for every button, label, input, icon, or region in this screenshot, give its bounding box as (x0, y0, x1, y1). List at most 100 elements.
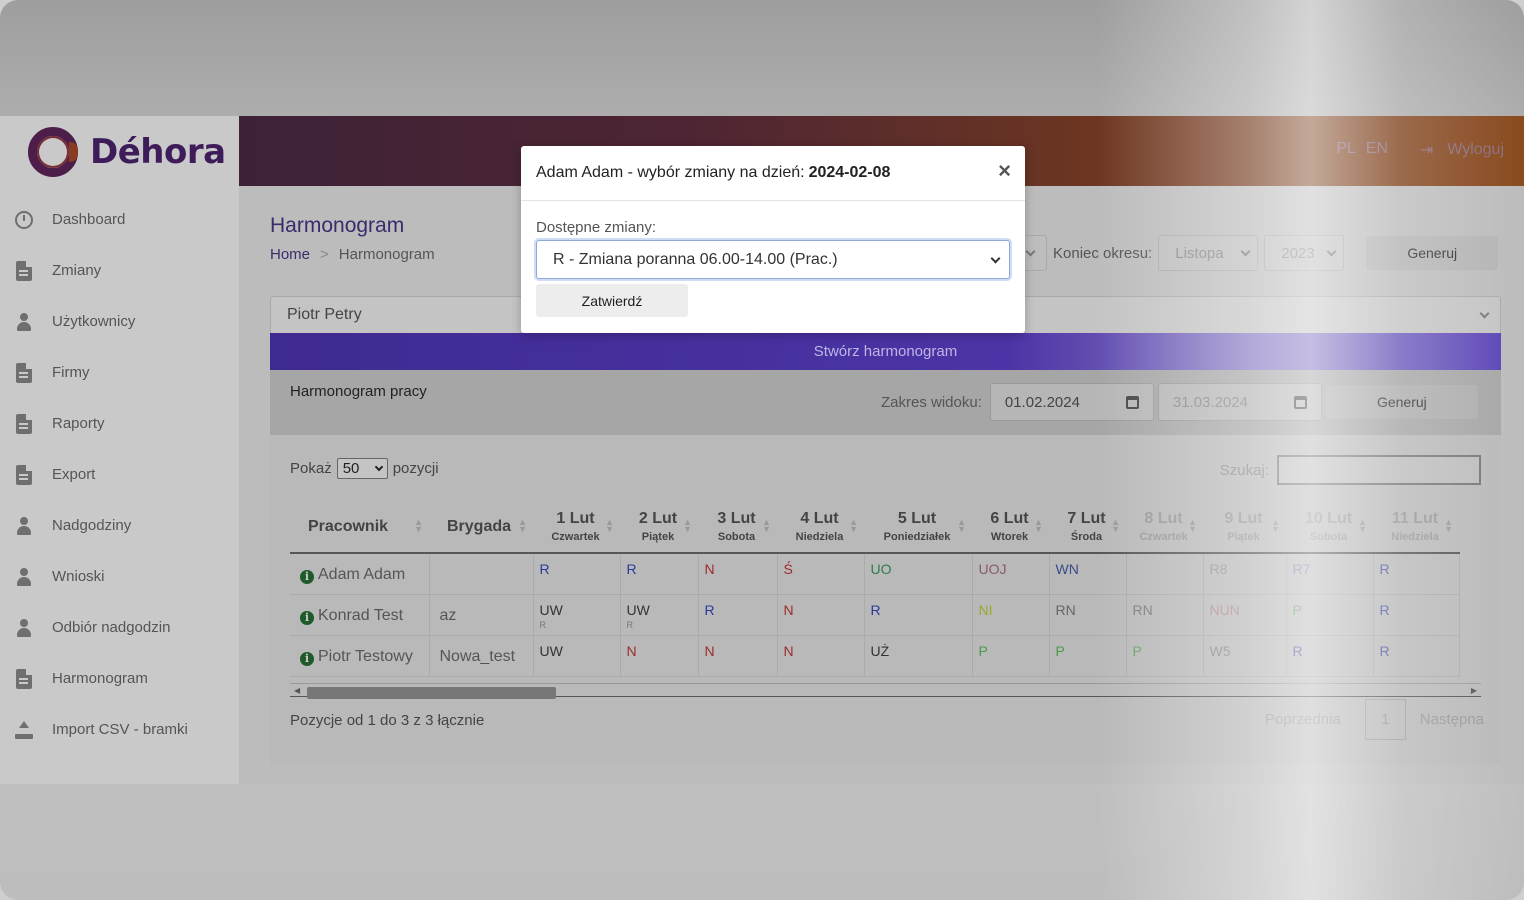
info-icon[interactable]: i (300, 610, 314, 625)
pagination-next[interactable]: Następna (1420, 711, 1484, 728)
shift-cell[interactable]: R (620, 553, 699, 595)
shift-cell[interactable]: N (620, 635, 699, 677)
sidebar-item-użytkownicy[interactable]: Użytkownicy (0, 296, 239, 347)
sort-icon[interactable]: ▲ ▼ (414, 518, 423, 534)
shift-cell[interactable]: N (777, 635, 865, 677)
sidebar-item-nadgodziny[interactable]: Nadgodziny (0, 500, 239, 551)
column-header-day[interactable]: 2 Lut Piątek ▲ ▼ (620, 501, 698, 554)
shift-cell[interactable]: Ś (777, 553, 865, 595)
column-header-day[interactable]: 4 Lut Niedziela ▲ ▼ (777, 501, 864, 554)
range-generate-button[interactable]: Generuj (1325, 385, 1478, 419)
shift-cell[interactable]: UŻ (864, 635, 973, 677)
sort-icon[interactable]: ▲ ▼ (1034, 518, 1043, 534)
info-icon[interactable]: i (300, 570, 314, 584)
scrollbar-thumb[interactable] (307, 687, 556, 699)
logout-link[interactable]: ⇥ Wyloguj (1420, 140, 1504, 160)
shift-cell[interactable]: R (533, 553, 621, 595)
shift-cell[interactable]: N (777, 594, 865, 636)
shift-cell[interactable]: RN (1126, 594, 1204, 636)
sort-icon[interactable]: ▲ ▼ (518, 518, 527, 534)
shift-cell[interactable]: R (1373, 635, 1460, 677)
shift-cell[interactable]: R8 (1203, 553, 1287, 595)
column-header-brigade[interactable]: Brygada ▲ ▼ (429, 501, 533, 554)
sidebar-item-harmonogram[interactable]: Harmonogram (0, 653, 239, 704)
scroll-right-icon[interactable]: ▶ (1471, 686, 1477, 695)
sort-icon[interactable]: ▲ ▼ (957, 518, 966, 534)
calendar-icon[interactable] (1293, 395, 1307, 409)
sort-icon[interactable]: ▲ ▼ (1444, 518, 1453, 534)
shift-cell[interactable]: RN (1049, 594, 1127, 636)
scroll-left-icon[interactable]: ◀ (294, 686, 300, 695)
sort-icon[interactable]: ▲ ▼ (849, 518, 858, 534)
sort-icon[interactable]: ▲ ▼ (762, 518, 771, 534)
info-icon[interactable]: i (300, 651, 314, 666)
pagination-page[interactable]: 1 (1364, 699, 1406, 740)
column-header-day[interactable]: 8 Lut Czwartek ▲ ▼ (1126, 501, 1203, 554)
shift-cell[interactable]: UW R (620, 594, 699, 636)
shift-cell[interactable]: N (698, 553, 778, 595)
column-header-day[interactable]: 1 Lut Czwartek ▲ ▼ (533, 501, 620, 554)
search-input[interactable] (1277, 455, 1481, 485)
shift-select[interactable]: R - Zmiana poranna 06.00-14.00 (Prac.) (536, 240, 1010, 279)
shift-cell[interactable]: W5 (1203, 635, 1287, 677)
shift-cell[interactable]: UW R (533, 594, 621, 636)
sidebar-item-export[interactable]: Export (0, 449, 239, 500)
shift-cell[interactable]: R (1373, 553, 1460, 595)
column-header-day[interactable]: 5 Lut Poniedziałek ▲ ▼ (864, 501, 972, 554)
sidebar-item-dashboard[interactable]: Dashboard (0, 194, 239, 245)
logo[interactable]: Déhora (28, 124, 226, 180)
shift-cell[interactable]: R7 (1286, 553, 1374, 595)
sort-icon[interactable]: ▲ ▼ (605, 518, 614, 534)
shift-cell[interactable]: R (1373, 594, 1460, 636)
sort-icon[interactable]: ▲ ▼ (1188, 518, 1197, 534)
sort-icon[interactable]: ▲ ▼ (1271, 518, 1280, 534)
column-header-day[interactable]: 10 Lut Sobota ▲ ▼ (1286, 501, 1373, 554)
sidebar-item-raporty[interactable]: Raporty (0, 398, 239, 449)
sidebar-item-firmy[interactable]: Firmy (0, 347, 239, 398)
shift-cell[interactable]: UW (533, 635, 621, 677)
sidebar-item-odbiór-nadgodzin[interactable]: Odbiór nadgodzin (0, 602, 239, 653)
sort-icon[interactable]: ▲ ▼ (683, 518, 692, 534)
sort-icon[interactable]: ▲ ▼ (1358, 518, 1367, 534)
page-length-select[interactable]: 50 (336, 458, 388, 479)
date-from-input[interactable]: 01.02.2024 (989, 383, 1154, 421)
shift-cell[interactable]: N (698, 635, 778, 677)
end-year-select[interactable]: 2023 (1264, 235, 1345, 271)
shift-cell[interactable]: P (1286, 594, 1374, 636)
sidebar-item-zmiany[interactable]: Zmiany (0, 245, 239, 296)
breadcrumb-home[interactable]: Home (270, 246, 310, 263)
lang-en-link[interactable]: EN (1366, 140, 1388, 157)
horizontal-scrollbar[interactable]: ◀ ▶ (290, 683, 1481, 699)
shift-cell[interactable]: NI (972, 594, 1050, 636)
create-schedule-button[interactable]: Stwórz harmonogram (270, 333, 1501, 370)
shift-cell[interactable]: R (864, 594, 973, 636)
column-header-day[interactable]: 11 Lut Niedziela ▲ ▼ (1373, 501, 1459, 554)
schedule-table-scroll[interactable]: Pracownik ▲ ▼ Brygada ▲ ▼ 1 Lut Czwartek ▲ ▼ 2 Lut… (290, 501, 1481, 681)
column-header-day[interactable]: 7 Lut Środa ▲ ▼ (1049, 501, 1126, 554)
column-header-day[interactable]: 9 Lut Piątek ▲ ▼ (1203, 501, 1286, 554)
shift-cell[interactable]: NUN (1203, 594, 1287, 636)
column-header-day[interactable]: 6 Lut Wtorek ▲ ▼ (972, 501, 1049, 554)
shift-cell[interactable]: UO (864, 553, 973, 595)
lang-pl-link[interactable]: PL (1336, 140, 1355, 157)
calendar-icon[interactable] (1125, 395, 1139, 409)
shift-cell[interactable]: R (698, 594, 778, 636)
column-header-employee[interactable]: Pracownik ▲ ▼ (290, 501, 429, 554)
shift-cell[interactable]: WN (1049, 553, 1127, 595)
close-icon[interactable]: × (998, 160, 1011, 182)
end-month-select[interactable]: Listopa (1158, 235, 1259, 271)
shift-cell[interactable]: P (972, 635, 1050, 677)
shift-cell[interactable]: UOJ (972, 553, 1050, 595)
pagination-prev[interactable]: Poprzednia (1265, 711, 1341, 728)
period-generate-button[interactable]: Generuj (1366, 236, 1499, 270)
shift-cell[interactable]: R (1286, 635, 1374, 677)
shift-cell[interactable] (1126, 553, 1204, 595)
confirm-button[interactable]: Zatwierdź (536, 284, 688, 317)
shift-cell[interactable]: P (1126, 635, 1204, 677)
sidebar-item-import-csv-bramki[interactable]: Import CSV - bramki (0, 704, 239, 755)
column-header-day[interactable]: 3 Lut Sobota ▲ ▼ (698, 501, 777, 554)
sort-icon[interactable]: ▲ ▼ (1111, 518, 1120, 534)
shift-cell[interactable]: P (1049, 635, 1127, 677)
sidebar-item-wnioski[interactable]: Wnioski (0, 551, 239, 602)
date-to-input[interactable]: 31.03.2024 (1157, 383, 1322, 421)
